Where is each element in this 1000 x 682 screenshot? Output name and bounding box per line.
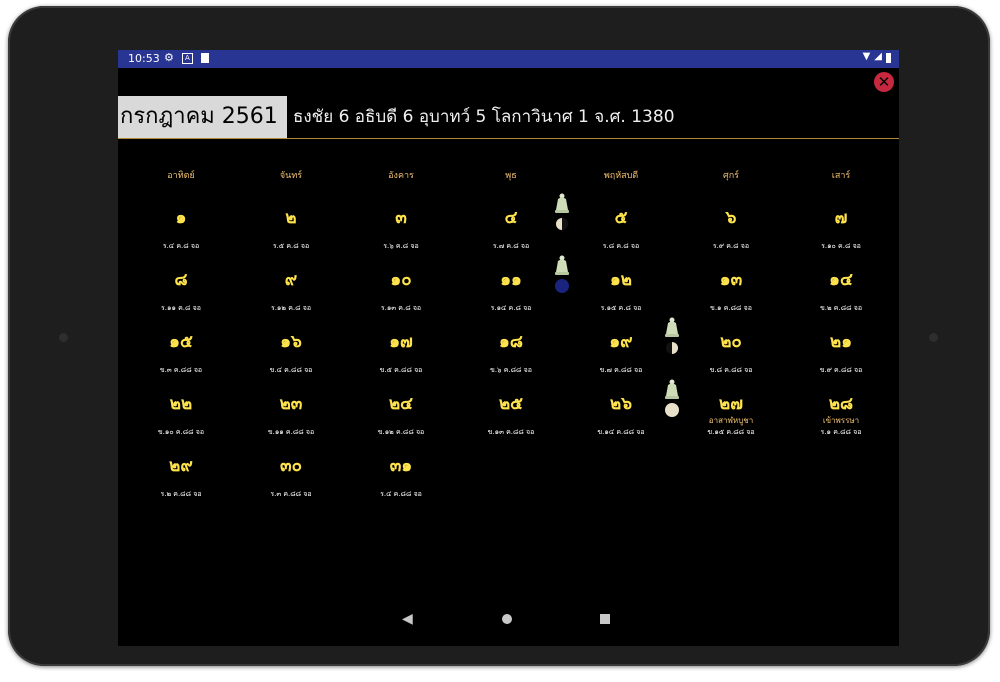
weekday-label: อังคาร (388, 171, 414, 181)
weekday-label: ศุกร์ (723, 171, 739, 181)
lunar-date: ร.๙ ค.๘ จอ (712, 242, 750, 250)
lunar-date: ข.๑๑ ค.๘๘ จอ (267, 428, 315, 436)
lunar-date: ร.๔ ค.๘ จอ (162, 242, 200, 250)
lunar-date: ร.๑๒ ค.๘ จอ (270, 304, 312, 312)
lunar-date: ร.๖ ค.๘ จอ (383, 242, 419, 250)
day-number[interactable]: ๑๖ (236, 328, 346, 355)
day-number[interactable]: ๑๘ (456, 328, 566, 355)
day-number[interactable]: ๑๒ (566, 266, 676, 293)
buddha-moon-icon (663, 316, 681, 358)
day-number[interactable]: ๓๑ (346, 452, 456, 479)
day-number[interactable]: ๙ (236, 266, 346, 293)
lunar-date: ร.๑๑ ค.๘ จอ (161, 304, 201, 312)
weekday-label: เสาร์ (831, 171, 851, 181)
day-number[interactable]: ๔ (456, 204, 566, 231)
tablet-frame: 10:53 ⚙ A ▼ ◢ ✕ กรกฎาคม 2561 ธงชัย 6 อธิ… (8, 6, 990, 666)
lunar-date: ร.๔ ค.๘๘ จอ (380, 490, 422, 498)
day-number[interactable]: ๒๓ (236, 390, 346, 417)
lunar-date: ข.๑๐ ค.๘๘ จอ (157, 428, 205, 436)
day-number[interactable]: ๑๙ (566, 328, 676, 355)
day-number[interactable]: ๑๕ (126, 328, 236, 355)
lunar-date: ร.๘ ค.๘ จอ (602, 242, 640, 250)
day-number[interactable]: ๑๓ (676, 266, 786, 293)
day-number[interactable]: ๑ (126, 204, 236, 231)
month-year-title[interactable]: กรกฎาคม 2561 (118, 96, 287, 138)
festival-label: อาสาฬหบูชา (708, 416, 754, 425)
lunar-date: ข.๑๒ ค.๘๘ จอ (377, 428, 425, 436)
day-number[interactable]: ๒๐ (676, 328, 786, 355)
day-number[interactable]: ๒๔ (346, 390, 456, 417)
day-number[interactable]: ๕ (566, 204, 676, 231)
app-screen: 10:53 ⚙ A ▼ ◢ ✕ กรกฎาคม 2561 ธงชัย 6 อธิ… (118, 50, 899, 646)
day-number[interactable]: ๒๘ (786, 390, 896, 417)
day-number[interactable]: ๒๑ (786, 328, 896, 355)
day-number[interactable]: ๑๐ (346, 266, 456, 293)
buddha-moon-icon (663, 378, 681, 420)
sd-card-icon (200, 53, 209, 63)
day-number[interactable]: ๑๑ (456, 266, 566, 293)
sensor (929, 333, 938, 342)
lunar-date: ข.๑ ค.๘๘ จอ (710, 304, 752, 312)
lunar-date: ร.๗ ค.๘ จอ (492, 242, 530, 250)
day-number[interactable]: ๑๔ (786, 266, 896, 293)
lunar-date: ข.๗ ค.๘๘ จอ (599, 366, 643, 374)
weekday-label: อาทิตย์ (167, 171, 195, 181)
day-number[interactable]: ๒๒ (126, 390, 236, 417)
day-number[interactable]: ๒๕ (456, 390, 566, 417)
lunar-date: ข.๒ ค.๘๘ จอ (819, 304, 863, 312)
lunar-date: ข.๕ ค.๘๘ จอ (379, 366, 423, 374)
back-icon[interactable]: ◀ (402, 611, 413, 627)
nav-bar: ◀ (118, 602, 899, 646)
era-info: ธงชัย 6 อธิบดี 6 อุบาทว์ 5 โลกาวินาศ 1 จ… (293, 107, 675, 127)
lunar-date: ร.๕ ค.๘ จอ (272, 242, 310, 250)
day-number[interactable]: ๓ (346, 204, 456, 231)
festival-label: เข้าพรรษา (822, 416, 860, 425)
day-number[interactable]: ๒๙ (126, 452, 236, 479)
battery-icon (886, 53, 891, 63)
lunar-date: ข.๑๔ ค.๘๘ จอ (597, 428, 645, 436)
day-number[interactable]: ๘ (126, 266, 236, 293)
day-number[interactable]: ๒ (236, 204, 346, 231)
day-number[interactable]: ๒๖ (566, 390, 676, 417)
wifi-icon: ▼ (862, 51, 871, 62)
front-camera (59, 333, 68, 342)
lunar-date: ร.๓ ค.๘๘ จอ (270, 490, 312, 498)
status-bar: 10:53 ⚙ A ▼ ◢ (118, 50, 899, 68)
lunar-date: ร.๒ ค.๘๘ จอ (160, 490, 202, 498)
lunar-date: ร.๑๓ ค.๘ จอ (380, 304, 422, 312)
lunar-date: ข.๙ ค.๘๘ จอ (819, 366, 863, 374)
signal-icon: ◢ (874, 51, 882, 62)
day-number[interactable]: ๑๗ (346, 328, 456, 355)
lunar-date: ข.๑๓ ค.๘๘ จอ (487, 428, 535, 436)
day-number[interactable]: ๗ (786, 204, 896, 231)
lunar-date: ข.๖ ค.๘๘ จอ (490, 366, 532, 374)
status-time: 10:53 (128, 52, 160, 65)
gear-icon: ⚙ (164, 51, 174, 64)
title-row: กรกฎาคม 2561 ธงชัย 6 อธิบดี 6 อุบาทว์ 5 … (118, 96, 899, 139)
a-notification-icon: A (181, 53, 193, 64)
weekday-label: พุธ (505, 171, 517, 181)
lunar-date: ร.๑๐ ค.๘ จอ (821, 242, 861, 250)
weekday-label: พฤหัสบดี (603, 171, 639, 181)
home-icon[interactable] (502, 614, 512, 624)
recents-icon[interactable] (600, 614, 610, 624)
lunar-date: ร.๑ ค.๘๘ จอ (820, 428, 862, 436)
lunar-date: ร.๑๔ ค.๘ จอ (490, 304, 532, 312)
lunar-date: ข.๓ ค.๘๘ จอ (159, 366, 203, 374)
buddha-moon-icon (553, 254, 571, 296)
lunar-date: ข.๘ ค.๘๘ จอ (709, 366, 753, 374)
day-number[interactable]: ๒๗ (676, 390, 786, 417)
lunar-date: ร.๑๕ ค.๘ จอ (600, 304, 642, 312)
lunar-date: ข.๔ ค.๘๘ จอ (269, 366, 313, 374)
buddha-moon-icon (553, 192, 571, 234)
lunar-date: ข.๑๕ ค.๘๘ จอ (707, 428, 755, 436)
day-number[interactable]: ๖ (676, 204, 786, 231)
close-button[interactable]: ✕ (874, 72, 894, 92)
weekday-label: จันทร์ (279, 171, 303, 181)
day-number[interactable]: ๓๐ (236, 452, 346, 479)
